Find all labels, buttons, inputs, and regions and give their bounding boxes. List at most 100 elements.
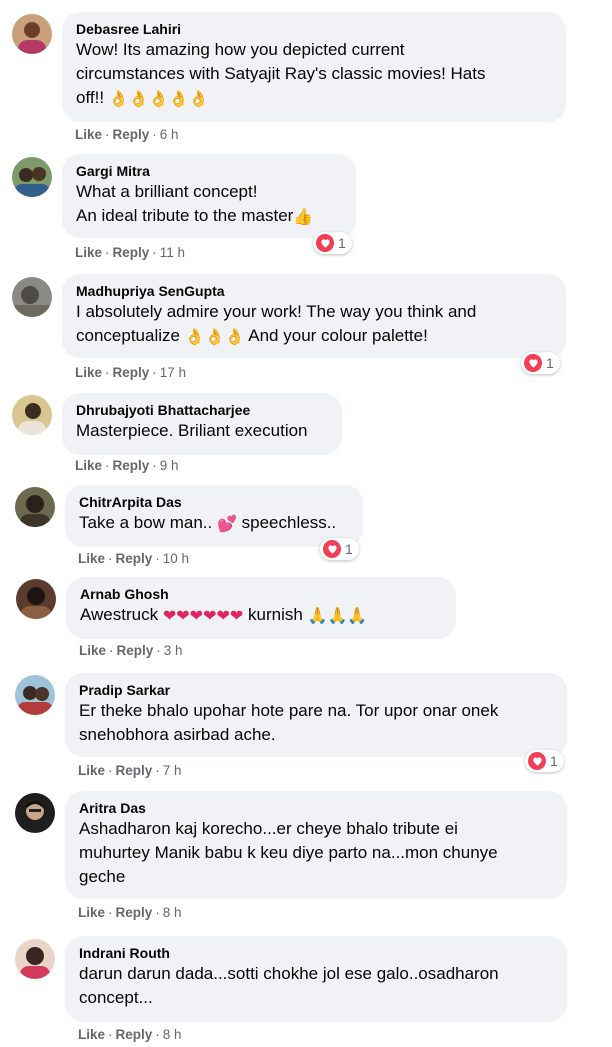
avatar[interactable]	[15, 939, 55, 979]
reaction-count[interactable]: 1	[313, 232, 352, 254]
two-hearts-emoji-icon: 💕	[216, 516, 237, 533]
red-heart-emoji-icon: ❤❤❤❤❤❤	[162, 608, 244, 625]
like-button[interactable]: Like	[75, 127, 102, 142]
avatar[interactable]	[12, 14, 52, 54]
comment-bubble: Madhupriya SenGupta I absolutely admire …	[62, 274, 566, 358]
comment-text: Take a bow man..	[79, 513, 213, 532]
ok-hand-emoji-icon: 👌👌👌	[184, 329, 245, 346]
reply-button[interactable]: Reply	[113, 245, 150, 260]
reaction-count-value: 1	[345, 541, 353, 557]
comment-bubble: Gargi Mitra What a brilliant concept! An…	[62, 154, 356, 238]
reply-button[interactable]: Reply	[113, 458, 150, 473]
comment-author[interactable]: Debasree Lahiri	[76, 20, 552, 38]
comment-actions: Like · Reply · 3 h	[79, 643, 183, 658]
comment-text-line: conceptualize 👌👌👌 And your colour palett…	[76, 324, 552, 348]
comment-author[interactable]: Gargi Mitra	[76, 162, 342, 180]
heart-icon	[316, 234, 334, 252]
comment-author[interactable]: Aritra Das	[79, 799, 553, 817]
comment-author[interactable]: Arnab Ghosh	[80, 585, 442, 603]
comment-author[interactable]: ChitrArpita Das	[79, 493, 349, 511]
folded-hands-emoji-icon: 🙏🙏🙏	[307, 608, 368, 625]
comment-text: Awestruck	[80, 605, 159, 624]
comment-text-line: Wow! Its amazing how you depicted curren…	[76, 40, 405, 59]
comment-text-line: An ideal tribute to the master👍	[76, 204, 342, 228]
comment-text: And your colour palette!	[248, 326, 428, 345]
avatar[interactable]	[12, 157, 52, 197]
comment-author[interactable]: Madhupriya SenGupta	[76, 282, 552, 300]
reply-button[interactable]: Reply	[116, 763, 153, 778]
comment-actions: Like · Reply · 7 h	[78, 763, 182, 778]
avatar[interactable]	[15, 487, 55, 527]
comment-bubble: Dhrubajyoti Bhattacharjee Masterpiece. B…	[62, 393, 342, 455]
reaction-count-value: 1	[338, 235, 346, 251]
reply-button[interactable]: Reply	[116, 905, 153, 920]
comment-text-line: Awestruck ❤❤❤❤❤❤ kurnish 🙏🙏🙏	[80, 603, 442, 627]
reaction-count-value: 1	[546, 355, 554, 371]
comment-text-line: I absolutely admire your work! The way y…	[76, 302, 477, 321]
comment-bubble: Pradip Sarkar Er theke bhalo upohar hote…	[65, 673, 567, 757]
comment-author[interactable]: Indrani Routh	[79, 944, 553, 962]
avatar[interactable]	[16, 579, 56, 619]
comment-text: speechless..	[241, 513, 337, 532]
reply-button[interactable]: Reply	[113, 127, 150, 142]
timestamp[interactable]: 11 h	[160, 245, 185, 260]
timestamp[interactable]: 7 h	[163, 763, 182, 778]
timestamp[interactable]: 8 h	[163, 1027, 182, 1042]
reaction-count-value: 1	[550, 753, 558, 769]
ok-hand-emoji-icon: 👌👌👌👌👌	[108, 91, 209, 108]
reply-button[interactable]: Reply	[117, 643, 154, 658]
comment-actions: Like · Reply · 17 h	[75, 365, 187, 380]
comment-text-line: What a brilliant concept!	[76, 182, 258, 201]
comment-actions: Like · Reply · 8 h	[78, 905, 182, 920]
comment-bubble: Indrani Routh darun darun dada...sotti c…	[65, 936, 567, 1022]
like-button[interactable]: Like	[75, 458, 102, 473]
comment-bubble: ChitrArpita Das Take a bow man.. 💕 speec…	[65, 485, 363, 547]
comment-bubble: Debasree Lahiri Wow! Its amazing how you…	[62, 12, 566, 122]
timestamp[interactable]: 6 h	[160, 127, 179, 142]
timestamp[interactable]: 9 h	[160, 458, 179, 473]
like-button[interactable]: Like	[79, 643, 106, 658]
avatar[interactable]	[12, 277, 52, 317]
comment-text-line: circumstances with Satyajit Ray's classi…	[76, 64, 486, 83]
like-button[interactable]: Like	[78, 1027, 105, 1042]
thumbs-up-emoji-icon: 👍	[293, 209, 314, 226]
like-button[interactable]: Like	[75, 365, 102, 380]
comment-text-line: Er theke bhalo upohar hote pare na. Tor …	[79, 701, 499, 720]
comment-text-line: off!! 👌👌👌👌👌	[76, 86, 552, 110]
like-button[interactable]: Like	[78, 763, 105, 778]
reaction-count[interactable]: 1	[525, 750, 564, 772]
heart-icon	[323, 540, 341, 558]
comment-actions: Like · Reply · 11 h	[75, 245, 186, 260]
avatar[interactable]	[12, 395, 52, 435]
reply-button[interactable]: Reply	[116, 1027, 153, 1042]
comment-text: conceptualize	[76, 326, 180, 345]
comment-text-line: snehobhora asirbad ache.	[79, 725, 276, 744]
like-button[interactable]: Like	[78, 905, 105, 920]
reaction-count[interactable]: 1	[521, 352, 560, 374]
avatar[interactable]	[15, 675, 55, 715]
comment-text-line: concept...	[79, 988, 153, 1007]
comment-text-line: geche	[79, 867, 126, 886]
reaction-count[interactable]: 1	[320, 538, 359, 560]
comment-text: off!!	[76, 88, 105, 107]
timestamp[interactable]: 10 h	[163, 551, 189, 566]
like-button[interactable]: Like	[78, 551, 105, 566]
comment-actions: Like · Reply · 9 h	[75, 458, 179, 473]
timestamp[interactable]: 3 h	[164, 643, 183, 658]
like-button[interactable]: Like	[75, 245, 102, 260]
timestamp[interactable]: 17 h	[160, 365, 186, 380]
comment-actions: Like · Reply · 6 h	[75, 127, 179, 142]
heart-icon	[524, 354, 542, 372]
comment-text-line: Take a bow man.. 💕 speechless..	[79, 511, 349, 535]
avatar[interactable]	[15, 793, 55, 833]
comment-author[interactable]: Dhrubajyoti Bhattacharjee	[76, 401, 328, 419]
reply-button[interactable]: Reply	[116, 551, 153, 566]
comment-actions: Like · Reply · 8 h	[78, 1027, 182, 1042]
reply-button[interactable]: Reply	[113, 365, 150, 380]
comment-bubble: Aritra Das Ashadharon kaj korecho...er c…	[65, 791, 567, 899]
comment-text-line: darun darun dada...sotti chokhe jol ese …	[79, 964, 499, 983]
comment-text-line: Masterpiece. Briliant execution	[76, 421, 308, 440]
timestamp[interactable]: 8 h	[163, 905, 182, 920]
comment-author[interactable]: Pradip Sarkar	[79, 681, 553, 699]
comment-text-line: muhurtey Manik babu k keu diye parto na.…	[79, 843, 498, 862]
